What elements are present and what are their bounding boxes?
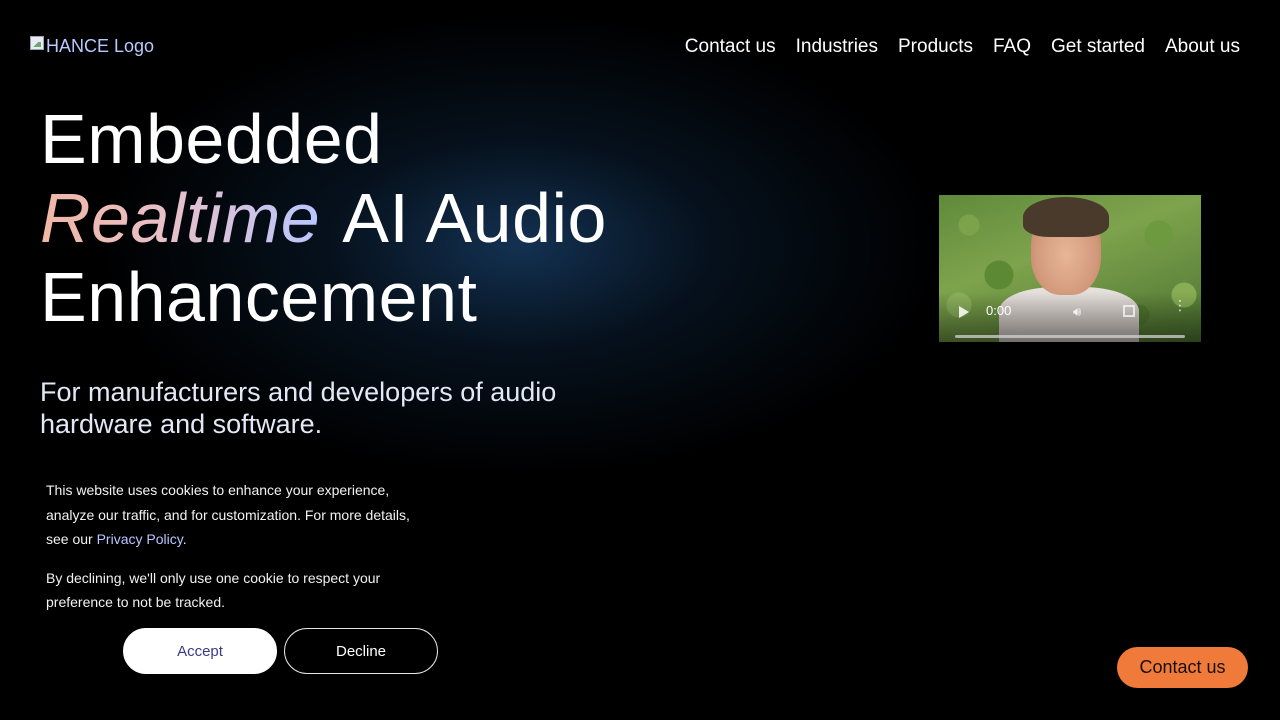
hero-title-line1: Embedded [40,100,383,178]
cookie-text-1: This website uses cookies to enhance you… [46,478,436,552]
hero-title-line3: Enhancement [40,258,478,336]
more-options-icon[interactable]: ⋮ [1173,298,1187,312]
privacy-policy-link[interactable]: Privacy Policy [97,531,183,547]
video-time: 0:00 [986,303,1012,318]
play-icon[interactable] [959,306,969,318]
fullscreen-icon[interactable] [1123,305,1135,317]
demo-video[interactable]: 0:00 🔊︎ ⋮ [939,195,1201,342]
hero-title-line2: Realtime AI Audio [40,179,607,258]
landing-page: HANCE Logo Contact us Industries Product… [0,0,1280,720]
video-frame-hair [1023,197,1109,237]
cookie-text-2: By declining, we'll only use one cookie … [46,569,381,611]
broken-image-icon [30,35,44,50]
main-nav: Contact us Industries Products FAQ Get s… [685,36,1240,58]
nav-about-us[interactable]: About us [1165,36,1240,58]
floating-contact-button[interactable]: Contact us [1117,647,1248,688]
hero-subtitle: For manufacturers and developers of audi… [40,377,557,439]
hero-title-accent: Realtime [40,179,321,257]
nav-get-started[interactable]: Get started [1051,36,1145,58]
nav-products[interactable]: Products [898,36,973,58]
logo-link[interactable]: HANCE Logo [30,35,155,57]
cookie-banner: This website uses cookies to enhance you… [46,478,436,629]
video-progress-bar[interactable] [955,335,1185,338]
accept-cookies-button[interactable]: Accept [123,628,277,674]
nav-contact-us[interactable]: Contact us [685,36,776,58]
logo-alt-text: HANCE Logo [46,36,155,56]
nav-faq[interactable]: FAQ [993,36,1031,58]
decline-cookies-button[interactable]: Decline [284,628,438,674]
hero-title: Embedded Realtime AI Audio Enhancement [40,100,607,337]
cookie-text-1-end: . [182,531,187,547]
nav-industries[interactable]: Industries [796,36,878,58]
hero-title-line2-rest: AI Audio [342,179,607,257]
volume-icon[interactable]: 🔊︎ [1073,305,1087,319]
